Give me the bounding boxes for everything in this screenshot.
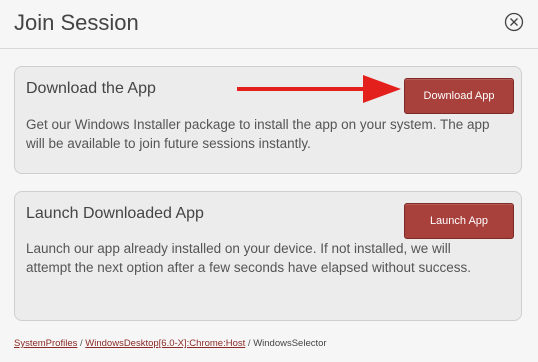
download-card-title: Download the App	[26, 80, 156, 97]
launch-app-button[interactable]: Launch App	[404, 203, 514, 239]
red-arrow-annotation	[237, 75, 401, 103]
dialog-title: Join Session	[14, 10, 139, 35]
launch-card-title: Launch Downloaded App	[26, 205, 204, 222]
close-circle-icon[interactable]	[504, 12, 524, 32]
breadcrumb-link-systemprofiles[interactable]: SystemProfiles	[14, 338, 77, 349]
breadcrumb: SystemProfiles / WindowsDesktop[6.0-X]:C…	[14, 338, 327, 349]
launch-app-card: Launch Downloaded App Launch App Launch …	[14, 191, 522, 321]
launch-card-description: Launch our app already installed on your…	[26, 241, 472, 275]
dialog-header: Join Session	[0, 0, 538, 49]
download-app-button[interactable]: Download App	[404, 78, 514, 114]
breadcrumb-link-windowsdesktop[interactable]: WindowsDesktop[6.0-X]:Chrome:Host	[85, 338, 245, 349]
join-session-dialog: Join Session Download the App Download A…	[0, 0, 538, 362]
download-card-description: Get our Windows Installer package to ins…	[26, 117, 490, 151]
breadcrumb-current: WindowsSelector	[253, 338, 327, 349]
